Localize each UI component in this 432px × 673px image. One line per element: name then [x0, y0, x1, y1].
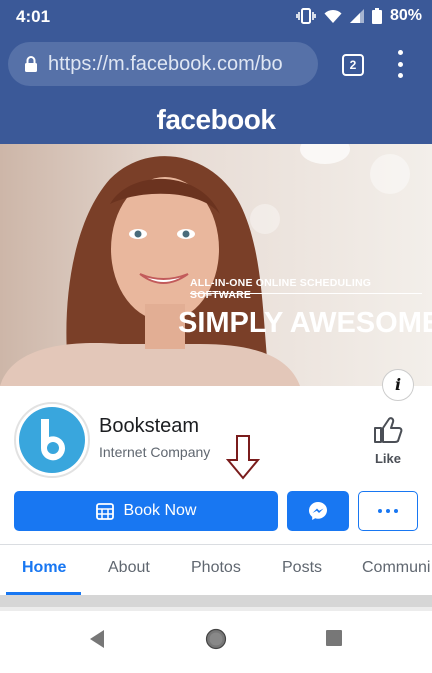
- page-category: Internet Company: [99, 444, 211, 460]
- cover-photo[interactable]: ALL-IN-ONE ONLINE SCHEDULING SOFTWARE SI…: [0, 144, 432, 386]
- more-options-button[interactable]: [358, 491, 418, 531]
- page-tabs: Home About Photos Posts Communi: [0, 545, 432, 595]
- back-icon[interactable]: [88, 629, 106, 649]
- facebook-logo[interactable]: facebook: [157, 104, 276, 135]
- battery-icon: [371, 8, 382, 24]
- down-arrow-annotation-icon: [226, 435, 260, 480]
- messenger-button[interactable]: [287, 491, 349, 531]
- thumbs-up-icon: [374, 417, 403, 443]
- browser-toolbar: https://m.facebook.com/bo 2: [0, 34, 432, 96]
- wifi-icon: [324, 9, 342, 23]
- like-button[interactable]: Like: [364, 416, 412, 466]
- cover-person-image: [0, 156, 300, 386]
- calendar-icon: [95, 503, 114, 520]
- book-now-button[interactable]: Book Now: [14, 491, 278, 531]
- vibrate-icon: [296, 8, 316, 24]
- battery-percent: 80%: [389, 7, 422, 24]
- lock-icon: [24, 55, 38, 73]
- booksteam-logo-icon: [19, 407, 85, 473]
- cover-subtitle: ALL-IN-ONE ONLINE SCHEDULING SOFTWARE: [190, 277, 372, 301]
- info-button[interactable]: i: [382, 369, 414, 401]
- like-label: Like: [374, 451, 401, 466]
- address-bar[interactable]: https://m.facebook.com/bo: [8, 42, 318, 86]
- book-now-label: Book Now: [123, 502, 197, 519]
- cover-divider: [190, 293, 422, 294]
- status-icons: 80%: [296, 7, 422, 25]
- system-nav-bar: [0, 611, 432, 673]
- tab-switcher-button[interactable]: 2: [342, 54, 364, 76]
- messenger-icon: [309, 502, 327, 520]
- avatar[interactable]: [14, 402, 90, 478]
- tab-community[interactable]: Communi: [362, 559, 430, 577]
- tab-about[interactable]: About: [108, 559, 150, 577]
- tab-photos[interactable]: Photos: [191, 559, 241, 577]
- browser-menu-icon[interactable]: [390, 50, 410, 78]
- recent-apps-icon[interactable]: [326, 630, 342, 646]
- content-separator: [0, 595, 432, 607]
- cover-headline: SIMPLY AWESOME: [178, 307, 432, 339]
- home-icon[interactable]: [205, 628, 227, 650]
- facebook-header: facebook: [0, 96, 432, 144]
- url-text: https://m.facebook.com/bo: [48, 52, 283, 75]
- status-time: 4:01: [16, 7, 51, 26]
- page-title[interactable]: Booksteam: [99, 415, 199, 438]
- status-bar: 4:01 80%: [0, 0, 432, 34]
- tab-posts[interactable]: Posts: [282, 559, 322, 577]
- signal-icon: [349, 9, 364, 23]
- tab-home[interactable]: Home: [22, 559, 66, 577]
